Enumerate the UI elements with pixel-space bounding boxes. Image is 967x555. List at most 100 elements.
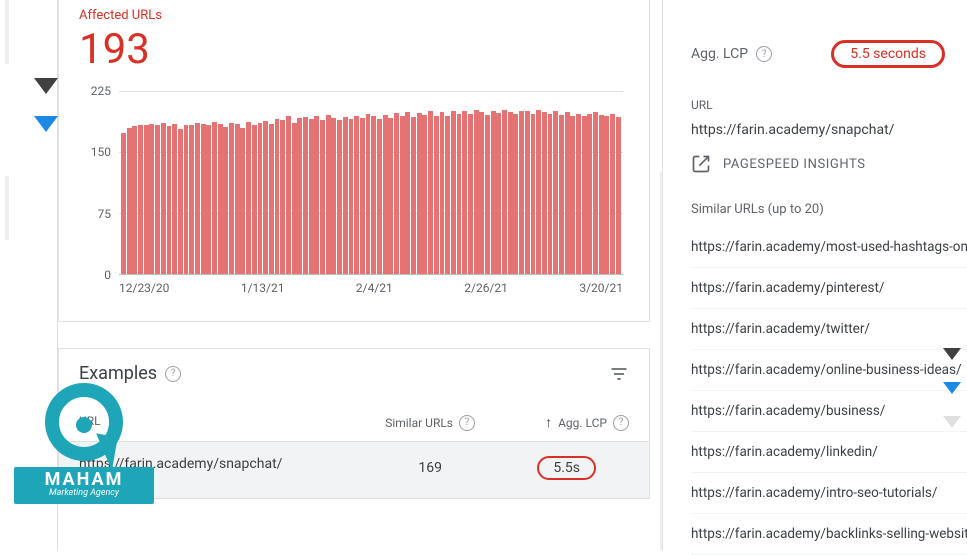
chart-bar bbox=[235, 124, 240, 274]
chart-bar bbox=[548, 114, 553, 274]
chart-bar bbox=[149, 124, 154, 274]
chart-bar bbox=[121, 133, 126, 274]
similar-urls-label: Similar URLs (up to 20) bbox=[691, 202, 967, 217]
row-agg-lcp: 5.5s bbox=[537, 456, 596, 480]
help-icon[interactable]: ? bbox=[613, 415, 629, 431]
row-similar: 169 bbox=[299, 456, 442, 480]
scroll-indicators-right bbox=[943, 348, 961, 428]
chart-bar bbox=[519, 111, 524, 275]
list-item[interactable]: https://farin.academy/backlinks-selling-… bbox=[691, 514, 967, 555]
chart-bar bbox=[127, 128, 132, 274]
chart-bar bbox=[184, 125, 189, 275]
chart-bar bbox=[292, 123, 297, 274]
chart-bar bbox=[161, 123, 166, 274]
chart-bar bbox=[331, 118, 336, 274]
list-item[interactable]: https://farin.academy/twitter/ bbox=[691, 309, 967, 350]
list-item[interactable]: https://farin.academy/most-used-hashtags… bbox=[691, 227, 967, 268]
y-tick: 0 bbox=[104, 268, 111, 282]
url-label: URL bbox=[691, 98, 967, 112]
x-tick: 12/23/20 bbox=[119, 281, 169, 295]
pagespeed-insights-link[interactable]: PAGESPEED INSIGHTS bbox=[691, 154, 967, 174]
chevron-down-icon bbox=[943, 348, 961, 360]
chart-bar bbox=[201, 124, 206, 274]
example-url[interactable]: https://farin.academy/snapchat/ bbox=[691, 122, 967, 138]
list-item[interactable]: https://farin.academy/online-business-id… bbox=[691, 350, 967, 391]
chart-bar bbox=[144, 125, 149, 274]
chart-bar bbox=[314, 116, 319, 274]
chart-bar bbox=[502, 110, 507, 274]
chart-bar bbox=[206, 125, 211, 275]
chart-bar bbox=[320, 120, 325, 274]
chart-bar bbox=[428, 111, 433, 274]
chart-x-axis: 12/23/20 1/13/21 2/4/21 2/26/21 3/20/21 bbox=[119, 281, 623, 295]
chart-bar bbox=[280, 120, 285, 274]
chart-bar bbox=[604, 116, 609, 274]
chart-bar bbox=[440, 112, 445, 274]
list-item[interactable]: https://farin.academy/pinterest/ bbox=[691, 268, 967, 309]
help-icon[interactable]: ? bbox=[459, 415, 475, 431]
x-tick: 3/20/21 bbox=[579, 281, 623, 295]
chevron-down-icon bbox=[943, 382, 961, 394]
chart-bar bbox=[411, 117, 416, 274]
chart-bar bbox=[189, 125, 194, 274]
chart-bar bbox=[531, 114, 536, 274]
chart-bar bbox=[155, 125, 160, 275]
chart-bar bbox=[218, 124, 223, 274]
y-tick: 75 bbox=[98, 207, 112, 221]
chart-bar bbox=[326, 115, 331, 274]
chart-bar bbox=[491, 111, 496, 274]
chart-bar bbox=[565, 112, 570, 274]
chart-bar bbox=[525, 111, 530, 274]
chart-bar bbox=[354, 116, 359, 275]
chart-bar bbox=[286, 116, 291, 274]
chart-bar bbox=[366, 114, 371, 274]
chart-bar bbox=[485, 115, 490, 274]
x-tick: 2/26/21 bbox=[464, 281, 508, 295]
chart-bar bbox=[275, 119, 280, 274]
chart-bar bbox=[434, 116, 439, 274]
chart-bar bbox=[616, 117, 621, 274]
chart-bar bbox=[240, 128, 245, 274]
list-item[interactable]: https://farin.academy/intro-seo-tutorial… bbox=[691, 473, 967, 514]
chevron-down-icon bbox=[943, 416, 961, 428]
chart-bar bbox=[195, 123, 200, 274]
x-tick: 2/4/21 bbox=[356, 281, 393, 295]
affected-urls-chart: 225 150 75 0 12/23/20 1/13/21 2/4/21 2/2… bbox=[79, 91, 629, 311]
chart-bar bbox=[599, 115, 604, 274]
chart-bar bbox=[445, 116, 450, 275]
chart-bar bbox=[309, 119, 314, 274]
col-similar-header[interactable]: Similar URLs bbox=[385, 416, 453, 430]
chart-bar bbox=[422, 115, 427, 274]
chart-bar bbox=[610, 114, 615, 274]
chart-bar bbox=[417, 113, 422, 274]
chart-bar bbox=[263, 121, 268, 274]
filter-icon[interactable] bbox=[609, 364, 629, 384]
help-icon[interactable]: ? bbox=[756, 46, 772, 62]
details-panel: Agg. LCP ? 5.5 seconds URL https://farin… bbox=[662, 0, 967, 550]
examples-title: Examples bbox=[79, 363, 157, 384]
chart-bar bbox=[513, 114, 518, 274]
list-item[interactable]: https://farin.academy/linkedin/ bbox=[691, 432, 967, 473]
col-agg-lcp-header[interactable]: Agg. LCP bbox=[558, 416, 607, 430]
chart-bar bbox=[212, 122, 217, 274]
open-external-icon bbox=[691, 154, 711, 174]
chart-bar bbox=[223, 127, 228, 274]
chart-bar bbox=[479, 112, 484, 274]
chart-bar bbox=[496, 113, 501, 274]
list-item[interactable]: https://farin.academy/business/ bbox=[691, 391, 967, 432]
chart-bar bbox=[252, 125, 257, 275]
sort-arrow-up-icon[interactable]: ↑ bbox=[545, 414, 552, 431]
chart-bar bbox=[303, 117, 308, 274]
help-icon[interactable]: ? bbox=[165, 366, 181, 382]
watermark-logo: MAHAM Marketing Agency bbox=[14, 384, 154, 504]
chart-bar bbox=[337, 120, 342, 275]
chart-bar bbox=[229, 123, 234, 274]
agg-lcp-label: Agg. LCP bbox=[691, 46, 748, 62]
chart-bar bbox=[297, 118, 302, 274]
y-tick: 225 bbox=[91, 84, 111, 98]
chart-bar bbox=[576, 114, 581, 274]
x-tick: 1/13/21 bbox=[241, 281, 285, 295]
chart-bar bbox=[269, 124, 274, 274]
y-tick: 150 bbox=[91, 145, 111, 159]
chevron-down-icon bbox=[34, 78, 58, 94]
